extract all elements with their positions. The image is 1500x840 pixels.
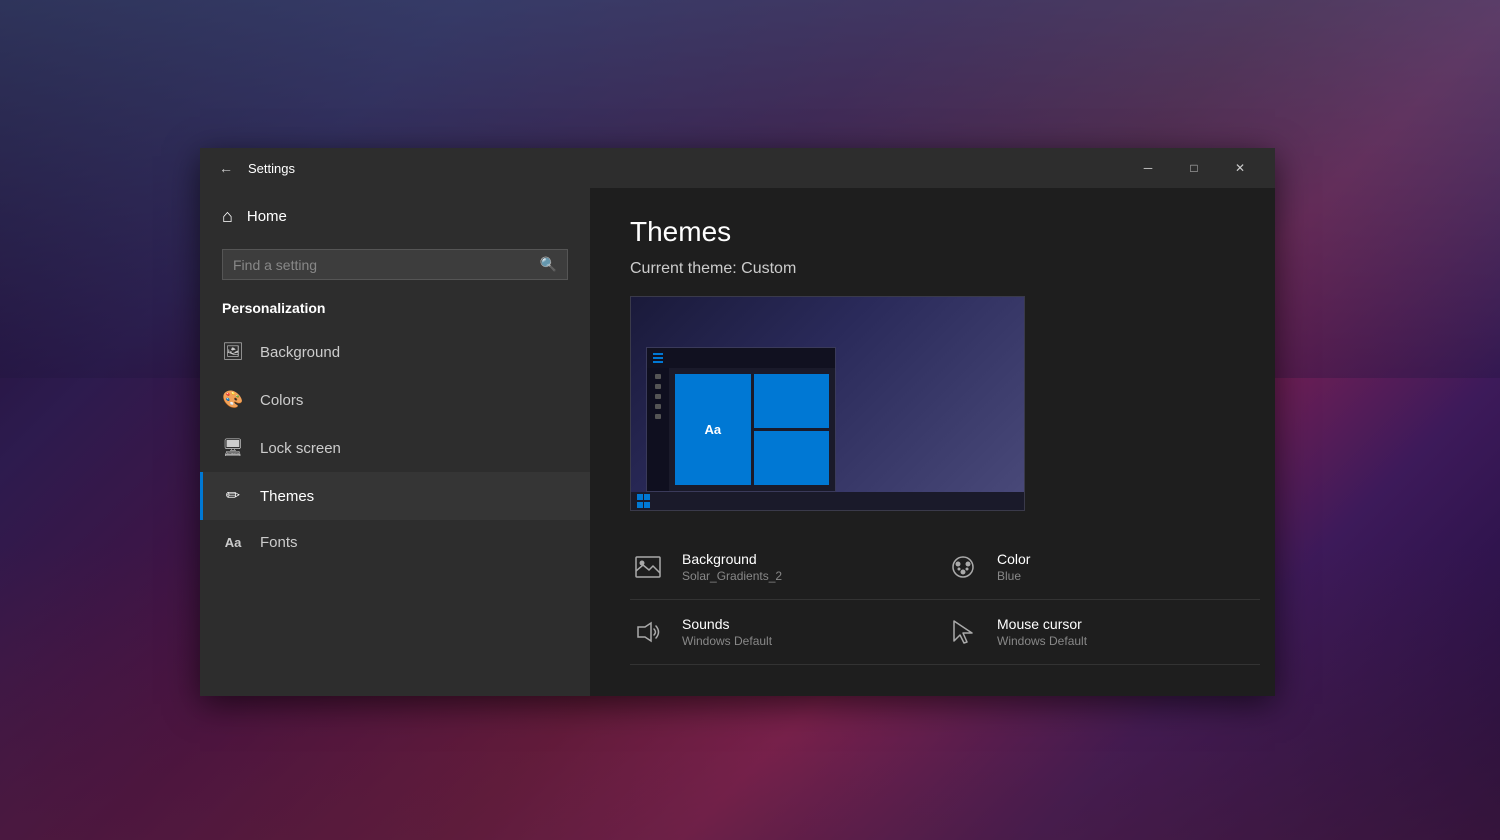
preview-menu-line bbox=[653, 353, 663, 355]
back-icon: ← bbox=[219, 160, 233, 176]
home-icon: ⌂ bbox=[222, 206, 233, 227]
window-title: Settings bbox=[248, 161, 1125, 176]
preview-nav-dot bbox=[655, 394, 661, 399]
theme-color-label: Color bbox=[997, 551, 1030, 567]
preview-tile-aa: Aa bbox=[675, 374, 751, 485]
preview-menu-line bbox=[653, 361, 663, 363]
close-button[interactable]: ✕ bbox=[1217, 148, 1263, 188]
back-button[interactable]: ← bbox=[212, 154, 240, 182]
start-tile-4 bbox=[644, 502, 650, 508]
sidebar: ⌂ Home 🔍 Personalization 🖼 Background 🎨 … bbox=[200, 188, 590, 696]
start-tile-2 bbox=[644, 494, 650, 500]
colors-icon: 🎨 bbox=[222, 390, 244, 410]
preview-taskbar-start bbox=[637, 494, 653, 508]
lock-screen-icon: 🖥 bbox=[222, 438, 244, 458]
background-icon: 🖼 bbox=[222, 342, 244, 362]
theme-info-mouse-cursor[interactable]: Mouse cursor Windows Default bbox=[945, 600, 1260, 665]
search-input[interactable] bbox=[233, 257, 540, 273]
theme-cursor-value: Windows Default bbox=[997, 634, 1087, 648]
theme-background-label: Background bbox=[682, 551, 782, 567]
theme-cursor-label: Mouse cursor bbox=[997, 616, 1087, 632]
sidebar-item-background-label: Background bbox=[260, 344, 340, 361]
color-svg-icon bbox=[950, 554, 976, 580]
preview-nav-strip bbox=[647, 368, 669, 491]
current-theme-label: Current theme: Custom bbox=[630, 260, 1235, 278]
home-label: Home bbox=[247, 208, 287, 225]
sidebar-item-colors-label: Colors bbox=[260, 392, 303, 409]
theme-info-color[interactable]: Color Blue bbox=[945, 535, 1260, 600]
preview-menu-content: Aa bbox=[647, 368, 835, 491]
theme-sounds-text: Sounds Windows Default bbox=[682, 616, 772, 648]
start-tile-3 bbox=[637, 502, 643, 508]
content-area: ⌂ Home 🔍 Personalization 🖼 Background 🎨 … bbox=[200, 188, 1275, 696]
preview-startmenu: Aa bbox=[646, 347, 836, 492]
theme-preview: Aa bbox=[630, 296, 1025, 511]
theme-info-background[interactable]: Background Solar_Gradients_2 bbox=[630, 535, 945, 600]
theme-background-icon bbox=[630, 549, 666, 585]
preview-nav-dot bbox=[655, 374, 661, 379]
sidebar-item-home[interactable]: ⌂ Home bbox=[200, 188, 590, 245]
window-controls: ─ □ ✕ bbox=[1125, 148, 1263, 188]
theme-sounds-label: Sounds bbox=[682, 616, 772, 632]
sidebar-item-lock-screen[interactable]: 🖥 Lock screen bbox=[200, 424, 590, 472]
preview-nav-dot bbox=[655, 404, 661, 409]
preview-tile-1 bbox=[754, 374, 830, 428]
theme-cursor-text: Mouse cursor Windows Default bbox=[997, 616, 1087, 648]
preview-tile-2 bbox=[754, 431, 830, 485]
sidebar-item-colors[interactable]: 🎨 Colors bbox=[200, 376, 590, 424]
theme-cursor-icon bbox=[945, 614, 981, 650]
theme-sounds-value: Windows Default bbox=[682, 634, 772, 648]
background-svg-icon bbox=[635, 556, 661, 578]
sidebar-item-themes[interactable]: ✏ Themes bbox=[200, 472, 590, 520]
preview-nav-dot bbox=[655, 384, 661, 389]
minimize-button[interactable]: ─ bbox=[1125, 148, 1171, 188]
sounds-svg-icon bbox=[635, 621, 661, 643]
preview-taskbar bbox=[631, 492, 1024, 510]
theme-background-text: Background Solar_Gradients_2 bbox=[682, 551, 782, 583]
maximize-button[interactable]: □ bbox=[1171, 148, 1217, 188]
start-tile-1 bbox=[637, 494, 643, 500]
preview-menu-line bbox=[653, 357, 663, 359]
fonts-icon: Aa bbox=[222, 535, 244, 550]
theme-sounds-icon bbox=[630, 614, 666, 650]
preview-nav-dot bbox=[655, 414, 661, 419]
sidebar-item-themes-label: Themes bbox=[260, 488, 314, 505]
preview-menu-lines bbox=[653, 353, 663, 363]
sidebar-item-background[interactable]: 🖼 Background bbox=[200, 328, 590, 376]
theme-color-value: Blue bbox=[997, 569, 1030, 583]
sidebar-item-fonts[interactable]: Aa Fonts bbox=[200, 520, 590, 565]
main-content: Themes Current theme: Custom bbox=[590, 188, 1275, 696]
preview-tiles-area: Aa bbox=[669, 368, 835, 491]
theme-color-text: Color Blue bbox=[997, 551, 1030, 583]
sidebar-item-lock-screen-label: Lock screen bbox=[260, 440, 341, 457]
theme-color-icon bbox=[945, 549, 981, 585]
themes-icon: ✏ bbox=[222, 486, 244, 506]
search-icon: 🔍 bbox=[540, 256, 557, 273]
page-title: Themes bbox=[630, 216, 1235, 248]
preview-menu-bar bbox=[647, 348, 835, 368]
title-bar: ← Settings ─ □ ✕ bbox=[200, 148, 1275, 188]
sidebar-item-fonts-label: Fonts bbox=[260, 534, 298, 551]
cursor-svg-icon bbox=[951, 619, 975, 645]
theme-info-grid: Background Solar_Gradients_2 bbox=[630, 535, 1260, 665]
sidebar-section-label: Personalization bbox=[200, 296, 590, 328]
theme-background-value: Solar_Gradients_2 bbox=[682, 569, 782, 583]
search-box: 🔍 bbox=[222, 249, 568, 280]
theme-info-sounds[interactable]: Sounds Windows Default bbox=[630, 600, 945, 665]
settings-window: ← Settings ─ □ ✕ ⌂ Home 🔍 Personalizatio… bbox=[200, 148, 1275, 696]
